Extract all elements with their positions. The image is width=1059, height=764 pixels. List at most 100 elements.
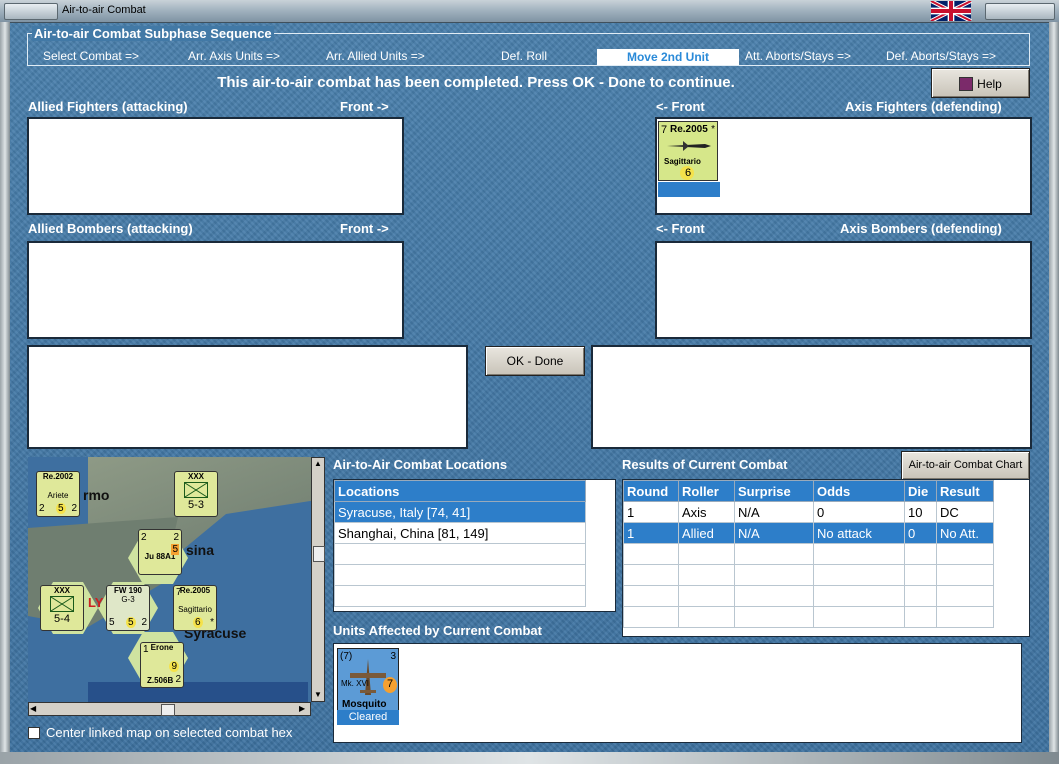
results-cell: 0 (904, 522, 937, 544)
combat-window: Air-to-air Combat Air-to-air Combat Subp… (0, 0, 1059, 764)
map-counter-m: 5-3 (188, 499, 204, 511)
results-cell: 1 (623, 501, 679, 523)
results-cell: N/A (734, 501, 814, 523)
map-horizontal-scrollbar[interactable]: ◀ ▶ (28, 702, 311, 716)
map-sea-bottom (88, 682, 308, 702)
locations-table: Locations Syracuse, Italy [74, 41] Shang… (334, 480, 586, 607)
results-row[interactable]: 1 Allied N/A No attack 0 No Att. (623, 522, 994, 544)
seq-step-select-combat: Select Combat => (43, 49, 140, 63)
counter-status-bar (658, 182, 720, 197)
map-vertical-scrollbar[interactable]: ▲ ▼ (311, 457, 325, 702)
affected-unit-counter[interactable]: (7) 3 Mk. XVI 7 Mosquito Cleared (337, 648, 399, 725)
results-cell: 10 (904, 501, 937, 523)
allied-fighters-front: Front -> (340, 99, 389, 114)
scroll-thumb[interactable] (161, 704, 175, 716)
center-map-label: Center linked map on selected combat hex (46, 725, 293, 740)
scroll-down-arrow-icon[interactable]: ▼ (313, 690, 323, 700)
results-cell: N/A (734, 522, 814, 544)
scroll-right-arrow-icon[interactable]: ▶ (299, 703, 309, 715)
status-message: This air-to-air combat has been complete… (217, 74, 735, 91)
scroll-thumb[interactable] (313, 546, 325, 562)
results-row (623, 564, 994, 586)
axis-fighters-box[interactable]: 7 Re.2005 * Sagittario 6 (655, 117, 1032, 215)
seq-step-def-aborts: Def. Aborts/Stays => (886, 49, 997, 63)
help-book-icon (959, 76, 974, 91)
help-label: Help (977, 76, 1002, 91)
map-counter-l: 2 (39, 503, 45, 514)
seq-step-arr-axis: Arr. Axis Units => (188, 49, 281, 63)
map-counter-r: 2 (71, 503, 77, 514)
scroll-up-arrow-icon[interactable]: ▲ (313, 459, 323, 469)
map-counter-sub: G-3 (121, 595, 135, 604)
location-row (334, 543, 586, 565)
seq-step-arr-allied: Arr. Allied Units => (326, 49, 425, 63)
seq-step-def-roll: Def. Roll (501, 49, 548, 63)
map-counter[interactable]: Re.2002 Ariete 2 5 2 (36, 471, 80, 517)
map-counter[interactable]: Erone 1 9 Z.506B 2 (140, 642, 184, 688)
infantry-icon (50, 596, 74, 612)
mini-map[interactable]: rmo sina Syracuse LY Re.2002 Ariete 2 5 … (28, 457, 311, 702)
map-counter[interactable]: Re.2005 Sagittario 7 6 * (173, 585, 217, 631)
seq-step-att-aborts: Att. Aborts/Stays => (745, 49, 852, 63)
window-menu-button[interactable] (4, 3, 58, 20)
map-counter-r: 2 (175, 674, 181, 685)
locations-list[interactable]: Locations Syracuse, Italy [74, 41] Shang… (333, 479, 616, 612)
axis-fighters-front: <- Front (656, 99, 705, 114)
affected-unit-name: Mosquito (342, 699, 387, 710)
center-map-checkbox[interactable] (28, 727, 40, 739)
window-controls[interactable] (985, 3, 1055, 20)
results-cell: No attack (813, 522, 905, 544)
map-counter-r: 2 (141, 617, 147, 628)
map-counter-r: * (210, 617, 214, 628)
map-label-rmo: rmo (83, 487, 110, 503)
results-row (623, 606, 994, 628)
results-cell: DC (936, 501, 994, 523)
map-counter-sub: Sagittario (178, 605, 212, 614)
results-header-odds: Odds (813, 480, 905, 502)
air-combat-chart-button[interactable]: Air-to-air Combat Chart (901, 451, 1030, 480)
axis-bombers-box[interactable] (655, 241, 1032, 339)
allied-fighters-box[interactable] (27, 117, 404, 215)
map-label-ly: LY (88, 595, 104, 610)
results-header-die: Die (904, 480, 937, 502)
map-counter-top: XXX (53, 586, 70, 595)
map-counter[interactable]: Ju 88A1 2 5 2 (138, 529, 182, 575)
results-row[interactable]: 1 Axis N/A 0 10 DC (623, 501, 994, 523)
seq-step-move-2nd-unit: Move 2nd Unit (597, 49, 739, 65)
map-counter-l: 5 (109, 617, 115, 628)
ok-done-button[interactable]: OK - Done (485, 346, 585, 376)
results-title: Results of Current Combat (622, 457, 788, 472)
results-header-roller: Roller (678, 480, 735, 502)
axis-fighter-counter[interactable]: 7 Re.2005 * Sagittario 6 (658, 121, 720, 197)
results-header-surprise: Surprise (734, 480, 814, 502)
scroll-left-arrow-icon[interactable]: ◀ (30, 703, 40, 715)
allied-bombers-label: Allied Bombers (attacking) (28, 221, 193, 236)
affected-unit-value: 7 (387, 678, 394, 690)
allied-fighters-label: Allied Fighters (attacking) (28, 99, 188, 114)
axis-fighters-label: Axis Fighters (defending) (845, 99, 1002, 114)
affected-unit-status: Cleared (337, 710, 399, 725)
results-cell: 0 (813, 501, 905, 523)
map-counter[interactable]: XXX 5-4 (40, 585, 84, 631)
results-table: Round Roller Surprise Odds Die Result 1 … (623, 480, 994, 628)
location-row[interactable]: Shanghai, China [81, 149] (334, 522, 586, 544)
allied-info-box (27, 345, 468, 449)
counter-left-value: 7 (661, 124, 668, 136)
title-bar: Air-to-air Combat (0, 0, 1059, 23)
map-label-sina: sina (186, 542, 215, 558)
sequence-title: Air-to-air Combat Subphase Sequence (32, 26, 274, 41)
location-row[interactable]: Syracuse, Italy [74, 41] (334, 501, 586, 523)
results-row (623, 543, 994, 565)
infantry-icon (184, 482, 208, 498)
map-counter-m: 6 (193, 617, 203, 628)
map-counter-l: 2 (141, 532, 147, 543)
map-counter[interactable]: XXX 5-3 (174, 471, 218, 517)
map-counter[interactable]: FW 190 G-3 5 5 2 (106, 585, 150, 631)
window-title: Air-to-air Combat (62, 4, 146, 16)
affected-title: Units Affected by Current Combat (333, 623, 542, 638)
location-cell: Shanghai, China [81, 149] (334, 522, 586, 544)
results-header-result: Result (936, 480, 994, 502)
affected-units-box: (7) 3 Mk. XVI 7 Mosquito Cleared (333, 643, 1022, 743)
help-button[interactable]: Help (931, 68, 1030, 98)
allied-bombers-box[interactable] (27, 241, 404, 339)
